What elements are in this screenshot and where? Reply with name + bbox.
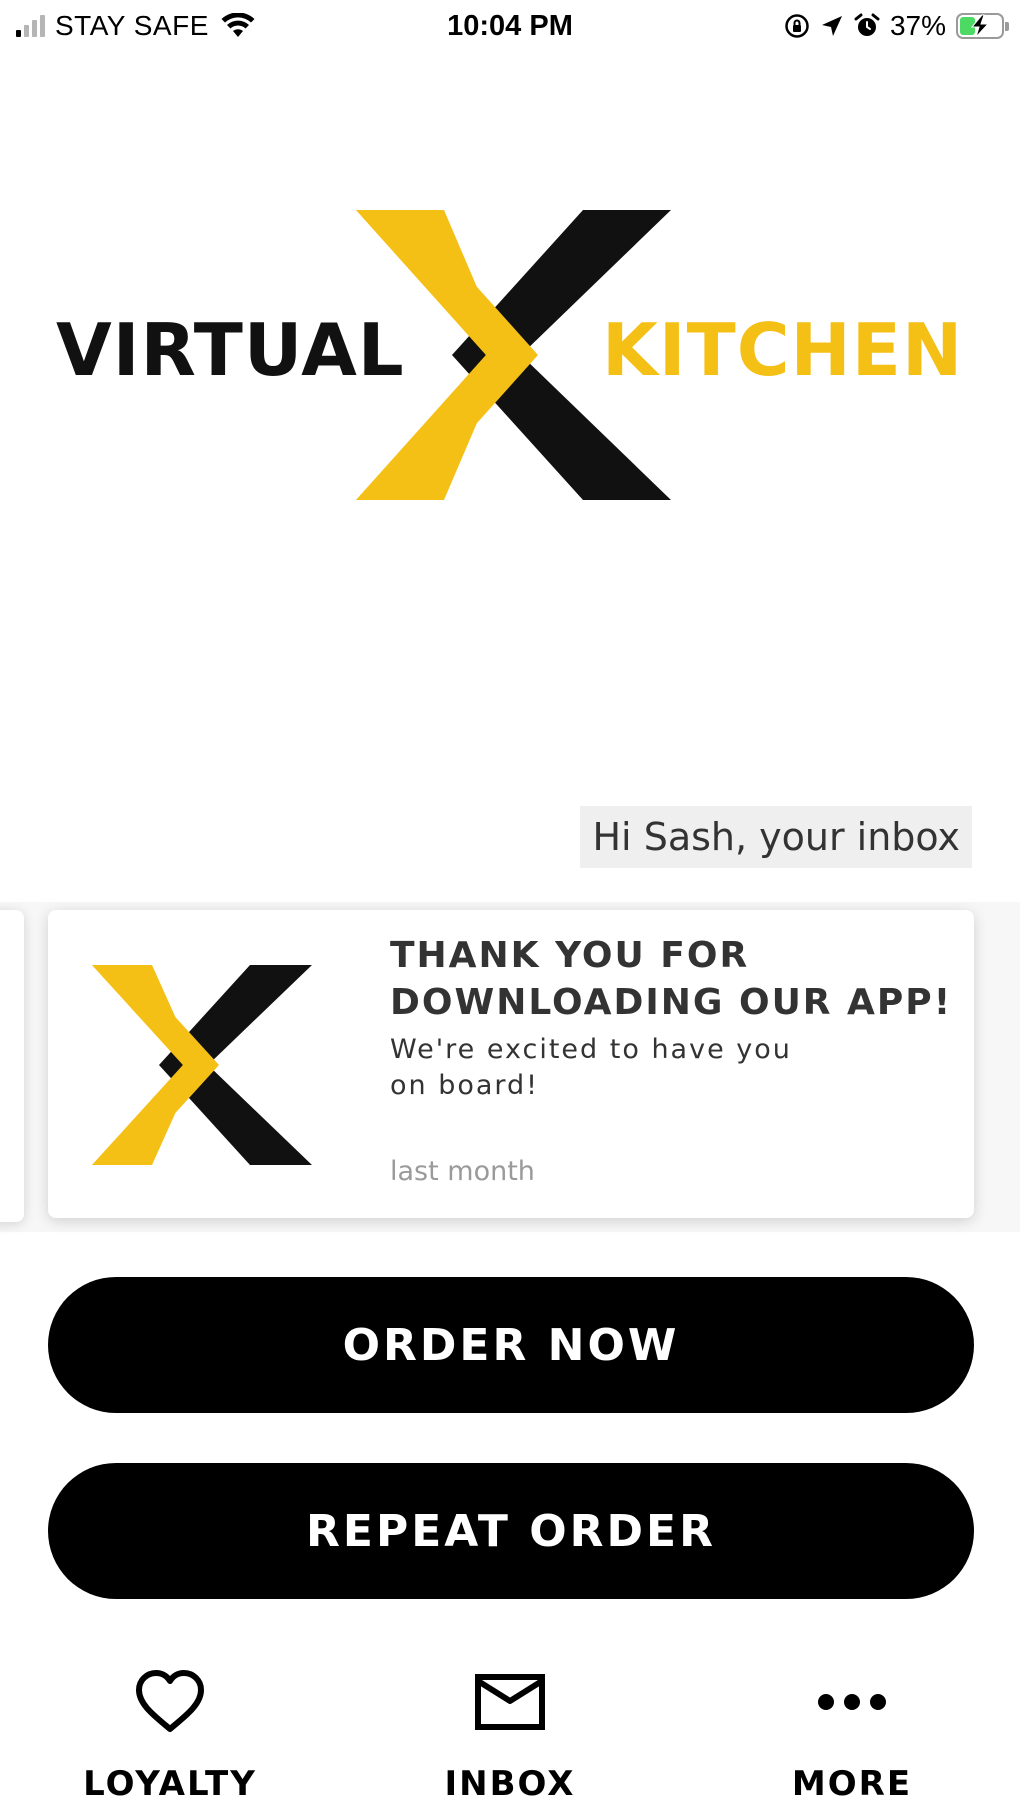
logo-word-virtual: VIRTUAL <box>56 308 405 392</box>
tab-inbox-label: INBOX <box>444 1764 576 1804</box>
brand-logo: VIRTUAL KITCHEN <box>56 210 976 500</box>
previous-message-card[interactable] <box>0 910 24 1222</box>
orientation-lock-icon <box>785 14 809 38</box>
repeat-order-button[interactable]: REPEAT ORDER <box>48 1463 974 1599</box>
bottom-tab-bar: LOYALTY INBOX MORE <box>0 1640 1020 1813</box>
location-arrow-icon <box>821 16 842 36</box>
envelope-icon <box>475 1674 545 1730</box>
inbox-greeting: Hi Sash, your inbox <box>580 806 972 868</box>
order-now-button[interactable]: ORDER NOW <box>48 1277 974 1413</box>
message-card[interactable]: THANK YOU FOR DOWNLOADING OUR APP! We're… <box>48 910 974 1218</box>
status-right: 37% <box>784 8 1009 44</box>
status-bar: STAY SAFE 10:04 PM 37% <box>0 0 1020 52</box>
tab-loyalty[interactable]: LOYALTY <box>40 1640 300 1813</box>
battery-percentage: 37% <box>889 10 946 41</box>
logo-word-kitchen: KITCHEN <box>602 308 964 392</box>
message-title: THANK YOU FOR DOWNLOADING OUR APP! <box>390 935 953 1023</box>
message-body: THANK YOU FOR DOWNLOADING OUR APP! We're… <box>390 932 954 1104</box>
tab-more-label: MORE <box>791 1764 913 1804</box>
message-text: We're excited to have you on board! <box>390 1034 792 1101</box>
inbox-carousel[interactable]: THANK YOU FOR DOWNLOADING OUR APP! We're… <box>0 902 1020 1232</box>
tab-loyalty-label: LOYALTY <box>83 1764 257 1804</box>
alarm-icon <box>854 13 880 36</box>
x-logo-icon <box>92 965 312 1165</box>
battery-icon <box>956 13 1009 39</box>
heart-icon <box>136 1670 204 1732</box>
message-timestamp: last month <box>390 1156 535 1187</box>
tab-inbox[interactable]: INBOX <box>380 1640 640 1813</box>
message-thumbnail <box>48 910 373 1218</box>
more-dots-icon <box>818 1694 886 1710</box>
tab-more[interactable]: MORE <box>722 1640 982 1813</box>
